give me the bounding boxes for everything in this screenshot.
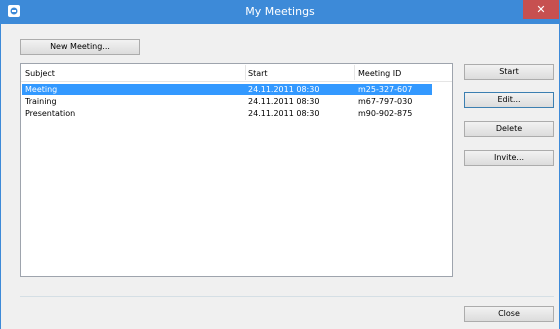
table-row[interactable]: Training 24.11.2011 08:30 m67-797-030: [22, 96, 432, 107]
column-separator: [245, 65, 246, 80]
table-row[interactable]: Presentation 24.11.2011 08:30 m90-902-87…: [22, 108, 432, 119]
close-button[interactable]: Close: [464, 306, 554, 322]
edit-button[interactable]: Edit...: [464, 92, 554, 108]
window-title: My Meetings: [245, 5, 315, 18]
cell-start: 24.11.2011 08:30: [248, 97, 320, 106]
title-bar[interactable]: My Meetings ✕: [1, 0, 559, 24]
cell-start: 24.11.2011 08:30: [248, 109, 320, 118]
cell-meeting-id: m67-797-030: [358, 97, 413, 106]
new-meeting-button[interactable]: New Meeting...: [20, 39, 140, 55]
table-row[interactable]: Meeting 24.11.2011 08:30 m25-327-607: [22, 84, 432, 95]
close-window-icon[interactable]: ✕: [523, 0, 559, 19]
my-meetings-window: My Meetings ✕ New Meeting... Subject Sta…: [0, 0, 560, 329]
meetings-list[interactable]: Subject Start Meeting ID Meeting 24.11.2…: [20, 63, 453, 277]
start-button[interactable]: Start: [464, 64, 554, 80]
cell-start: 24.11.2011 08:30: [248, 85, 320, 94]
column-header-meeting-id[interactable]: Meeting ID: [358, 69, 401, 78]
cell-subject: Meeting: [25, 85, 58, 94]
cell-meeting-id: m25-327-607: [358, 85, 413, 94]
column-header-subject[interactable]: Subject: [25, 69, 55, 78]
cell-subject: Training: [25, 97, 57, 106]
invite-button[interactable]: Invite...: [464, 150, 554, 166]
cell-subject: Presentation: [25, 109, 76, 118]
cell-meeting-id: m90-902-875: [358, 109, 413, 118]
column-separator: [354, 65, 355, 80]
list-header: Subject Start Meeting ID: [21, 64, 452, 82]
delete-button[interactable]: Delete: [464, 121, 554, 137]
divider: [20, 296, 554, 297]
column-header-start[interactable]: Start: [248, 69, 268, 78]
